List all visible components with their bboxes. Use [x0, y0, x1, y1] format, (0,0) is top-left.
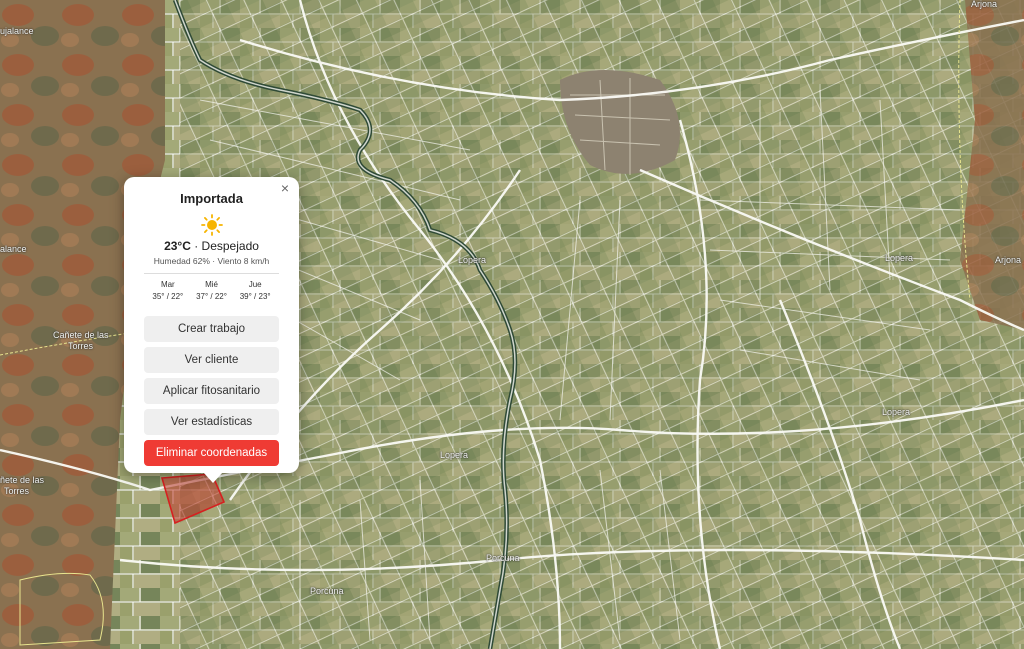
place-label: Lopera — [882, 407, 911, 417]
place-label: alance — [0, 244, 27, 254]
forecast-temps: 39° / 23° — [239, 292, 271, 301]
delete-coords-button[interactable]: Eliminar coordenadas — [144, 440, 279, 466]
forecast-day-name: Jue — [248, 280, 262, 289]
place-label: Porcuna — [486, 553, 520, 563]
popup-title: Importada — [180, 191, 243, 206]
view-stats-button[interactable]: Ver estadísticas — [144, 409, 279, 435]
view-client-button[interactable]: Ver cliente — [144, 347, 279, 373]
weather-details: Humedad 62% · Viento 8 km/h — [153, 256, 270, 266]
temperature: 23°C — [164, 239, 191, 253]
forecast-day: Jue 39° / 23° — [233, 280, 277, 301]
divider — [144, 273, 279, 274]
place-label: Cañete de las — [53, 330, 109, 340]
forecast-day: Mié 37° / 22° — [190, 280, 234, 301]
weather-summary: 23°C · Despejado — [144, 239, 279, 253]
place-label: Lopera — [458, 255, 487, 265]
place-label: Arjona — [971, 0, 998, 9]
forecast-temps: 37° / 22° — [196, 292, 227, 301]
forecast-day-name: Mar — [160, 280, 175, 289]
forecast-temps: 35° / 22° — [152, 292, 184, 301]
place-label: Torres — [68, 341, 94, 351]
apply-phyto-button[interactable]: Aplicar fitosanitario — [144, 378, 279, 404]
popup-tip — [203, 472, 223, 483]
forecast-day-name: Mié — [205, 280, 218, 289]
weather-condition: Despejado — [201, 239, 259, 253]
forecast-day: Mar 35° / 22° — [146, 280, 190, 301]
separator: · — [190, 239, 202, 253]
parcel-popup: × Importada 23°C · Despejado Humedad 62%… — [124, 177, 299, 473]
place-label: Torres — [4, 486, 30, 496]
place-label: ñete de las — [0, 475, 45, 485]
sun-icon — [200, 214, 223, 236]
forecast: Mar 35° / 22° Mié 37° / 22° Jue 39° / 23° — [144, 280, 279, 301]
place-label: Arjona — [995, 255, 1022, 265]
place-label: ujalance — [0, 26, 34, 36]
place-label: Lopera — [440, 450, 469, 460]
create-job-button[interactable]: Crear trabajo — [144, 316, 279, 342]
place-label: Porcuna — [310, 586, 344, 596]
place-label: Lopera — [885, 253, 914, 263]
close-icon[interactable]: × — [277, 180, 293, 196]
